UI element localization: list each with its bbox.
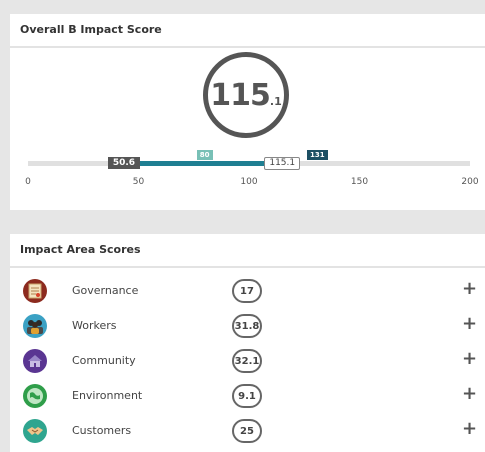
impact-row-workers: Workers 31.8 +	[20, 311, 485, 341]
score-bar-fill	[139, 161, 283, 166]
overall-score-card: Overall B Impact Score 115.1 50.6 80 131…	[10, 14, 485, 210]
axis-tick: 50	[132, 177, 145, 187]
score-decimal: .1	[269, 94, 282, 108]
customers-handshake-icon	[23, 419, 47, 443]
impact-area-score: 9.1	[232, 384, 262, 408]
impact-area-name: Governance	[72, 284, 139, 297]
expand-plus-icon[interactable]: +	[462, 383, 477, 404]
overall-score-title: Overall B Impact Score	[10, 14, 485, 48]
marker-top: 131	[307, 150, 328, 160]
impact-area-name: Environment	[72, 389, 143, 402]
impact-row-customers: Customers 25 +	[20, 416, 485, 446]
overall-score-circle: 115.1	[203, 52, 289, 138]
marker-low-score: 50.6	[107, 157, 141, 169]
community-house-icon	[23, 349, 47, 373]
impact-area-score: 32.1	[232, 349, 262, 373]
impact-row-environment: Environment 9.1 +	[20, 381, 485, 411]
impact-row-community: Community 32.1 +	[20, 346, 485, 376]
marker-median: 80	[196, 150, 213, 160]
governance-document-icon	[23, 279, 47, 303]
expand-plus-icon[interactable]: +	[462, 278, 477, 299]
impact-row-governance: Governance 17 +	[20, 276, 485, 306]
workers-people-icon	[23, 314, 47, 338]
impact-area-name: Workers	[72, 319, 117, 332]
environment-globe-icon	[23, 384, 47, 408]
expand-plus-icon[interactable]: +	[462, 313, 477, 334]
expand-plus-icon[interactable]: +	[462, 418, 477, 439]
axis-tick: 100	[240, 177, 258, 187]
score-whole: 115	[210, 77, 271, 113]
impact-area-name: Community	[72, 354, 136, 367]
score-bar-track	[28, 161, 470, 166]
impact-area-name: Customers	[72, 424, 132, 437]
impact-area-score: 17	[232, 279, 262, 303]
impact-area-card: Impact Area Scores Governance 17 + Worke…	[10, 234, 485, 452]
axis-tick: 200	[461, 177, 479, 187]
impact-area-score: 31.8	[232, 314, 262, 338]
expand-plus-icon[interactable]: +	[462, 348, 477, 369]
marker-current-score: 115.1	[264, 157, 301, 170]
axis-tick: 150	[350, 177, 369, 187]
impact-area-title: Impact Area Scores	[10, 234, 485, 268]
axis-tick: 0	[25, 177, 31, 187]
impact-area-score: 25	[232, 419, 262, 443]
